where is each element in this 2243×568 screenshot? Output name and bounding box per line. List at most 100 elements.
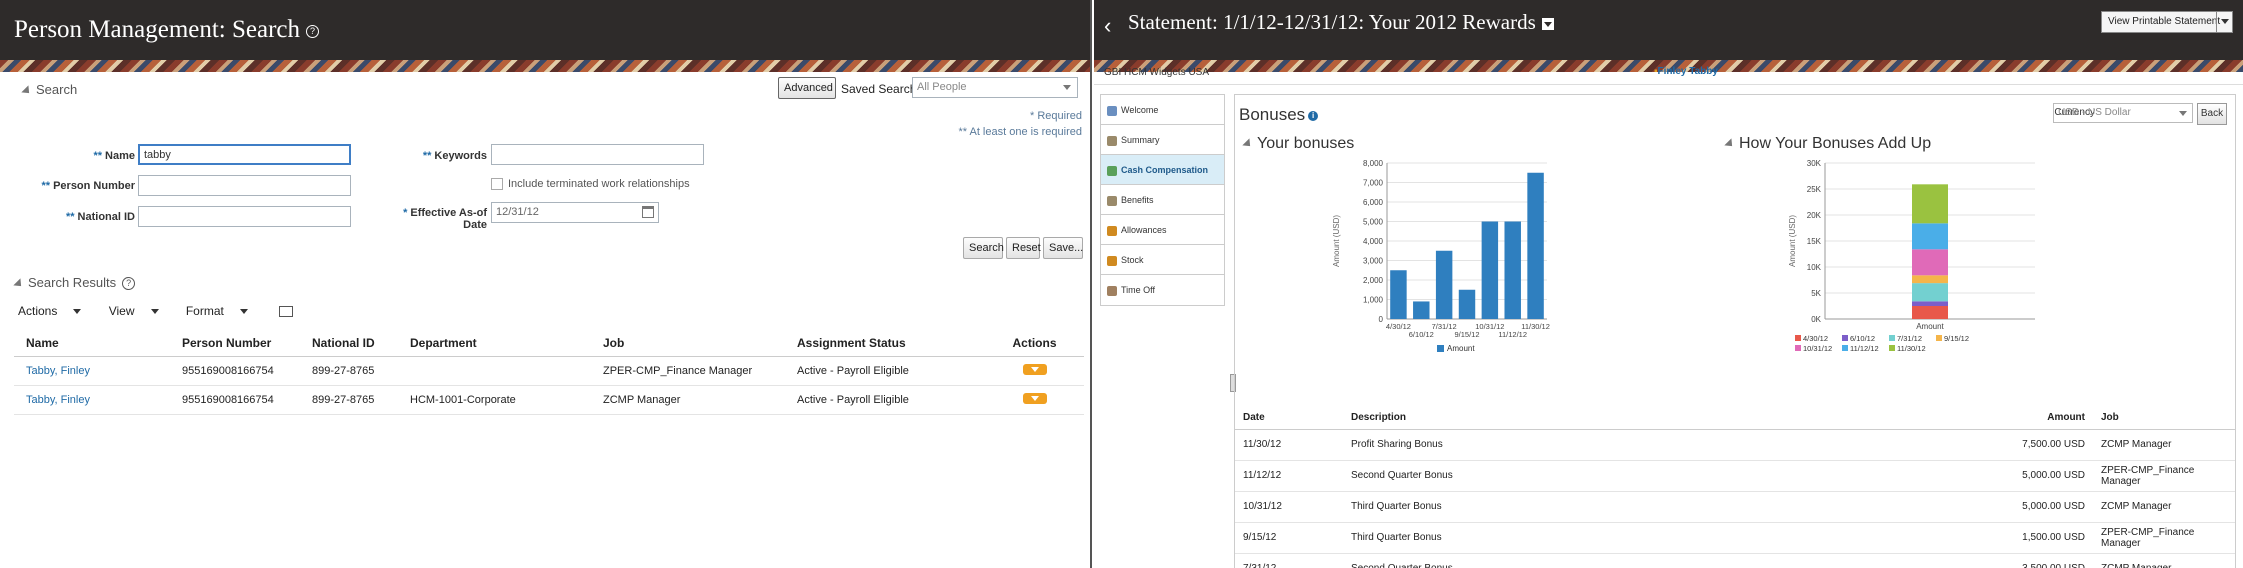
y-tick-label: 5K [1811,289,1821,298]
chevron-down-icon [150,309,159,315]
job-cell: ZPER-CMP_Finance Manager [2093,522,2235,554]
saved-search-select[interactable]: All People [912,77,1078,98]
column-header[interactable]: Amount [1743,407,2093,430]
legend-swatch [1889,335,1895,341]
name-label: ** Name [20,150,135,162]
legend-label: Amount [1447,344,1475,353]
search-button[interactable]: Search [963,237,1004,259]
description-cell: Second Quarter Bonus [1343,460,1743,492]
x-tick-label: 6/10/12 [1409,330,1434,339]
chevron-down-icon [239,309,248,315]
format-menu[interactable]: Format [186,304,260,318]
required-mark: ** [422,150,432,162]
nav-item-cash-compensation[interactable]: Cash Compensation [1101,155,1224,185]
legend-label: 7/31/12 [1897,334,1922,343]
column-header[interactable]: Description [1343,407,1743,430]
how-add-up-header[interactable]: How Your Bonuses Add Up [1724,135,1931,153]
actions-cell [985,356,1084,386]
person-link[interactable]: Tabby, Finley [26,365,90,377]
effective-date-input[interactable]: 12/31/12 [491,202,659,223]
column-header[interactable]: National ID [300,330,398,357]
bar [1435,250,1453,319]
table-row[interactable]: 10/31/12 Third Quarter Bonus 5,000.00 USD Z… [1235,491,2235,523]
nav-item-time-off[interactable]: Time Off [1101,275,1224,305]
effective-date-label-text: Effective As-of Date [410,207,487,231]
nav-item-benefits[interactable]: Benefits [1101,185,1224,215]
nav-item-stock[interactable]: Stock [1101,245,1224,275]
nav-item-summary[interactable]: Summary [1101,125,1224,155]
title-dropdown-icon[interactable] [1541,18,1554,31]
calendar-icon[interactable] [642,206,654,218]
column-header[interactable]: Assignment Status [785,330,985,357]
reset-button[interactable]: Reset [1006,237,1041,259]
column-header[interactable]: Actions [985,330,1084,357]
nav-item-welcome[interactable]: Welcome [1101,95,1224,125]
back-chevron-icon[interactable]: ‹ [1104,13,1111,39]
table-row[interactable]: Tabby, Finley 955169008166754 899-27-876… [14,356,1084,386]
back-button[interactable]: Back [2197,103,2227,125]
required-mark: ** [93,150,103,162]
chevron-down-icon[interactable] [2216,12,2232,32]
stack-segment [1912,301,1948,306]
column-header[interactable]: Job [591,330,785,357]
view-menu[interactable]: View [109,304,171,318]
view-printable-button[interactable]: View Printable Statement [2101,11,2233,33]
person-number-label: ** Person Number [20,180,135,192]
bar [1390,270,1407,319]
collapse-icon[interactable] [1242,138,1254,150]
advanced-button[interactable]: Advanced [778,77,836,99]
table-row[interactable]: Tabby, Finley 955169008166754 899-27-876… [14,385,1084,415]
save-button[interactable]: Save... [1043,237,1083,259]
table-header-row: Name Person Number National ID Departmen… [14,330,1084,357]
help-icon[interactable]: ? [122,277,136,291]
stack-segment [1912,275,1948,284]
national-id-input[interactable] [138,206,351,227]
search-section-header[interactable]: Search [21,82,77,97]
currency-select[interactable]: USD - US Dollar [2053,103,2193,123]
info-icon[interactable]: i [1308,110,1319,121]
actions-menu-label: Actions [18,304,58,318]
legend-label: 4/30/12 [1803,334,1828,343]
nav-item-allowances[interactable]: Allowances [1101,215,1224,245]
collapse-icon[interactable] [1724,138,1736,150]
freeze-icon[interactable] [279,306,294,318]
table-row[interactable]: 11/30/12 Profit Sharing Bonus 7,500.00 USD… [1235,429,2235,461]
actions-menu[interactable]: Actions [18,304,93,318]
bar [1413,301,1430,319]
results-section-header[interactable]: Search Results? [13,275,136,291]
help-icon[interactable]: ? [306,24,320,38]
name-input[interactable] [138,144,351,165]
chevron-down-icon [1063,85,1071,90]
collapse-icon[interactable] [21,84,33,97]
person-number-cell: 955169008166754 [170,356,300,386]
column-header[interactable]: Name [14,330,170,357]
job-cell: ZCMP Manager [2093,491,2235,523]
keywords-input[interactable] [491,144,704,165]
y-tick-label: 25K [1807,185,1822,194]
keywords-label: ** Keywords [380,150,487,162]
table-row[interactable]: 7/31/12Second Quarter Bonus3,500.00 USDZ… [1235,553,2235,568]
legend-swatch [1795,345,1801,351]
collapse-icon[interactable] [13,277,25,290]
column-header[interactable]: Person Number [170,330,300,357]
table-row[interactable]: 9/15/12 Third Quarter Bonus 1,500.00 USD ZP… [1235,522,2235,554]
table-row[interactable]: 11/12/12 Second Quarter Bonus 5,000.00 USD… [1235,460,2235,492]
column-header[interactable]: Date [1235,407,1343,430]
view-menu-label: View [108,304,135,318]
x-tick-label: 7/31/12 [1432,322,1457,331]
required-mark: * [403,207,408,219]
include-terminated-checkbox[interactable] [491,178,503,191]
job-cell: ZPER-CMP_Finance Manager [591,356,785,386]
your-bonuses-header[interactable]: Your bonuses [1242,135,1354,153]
y-tick-label: 0K [1811,315,1821,324]
stack-segment [1912,306,1948,319]
description-cell: Second Quarter Bonus [1343,553,1743,568]
column-header[interactable]: Department [398,330,591,357]
row-actions-button[interactable] [1022,393,1047,404]
column-header[interactable]: Job [2093,407,2235,430]
person-link[interactable]: Tabby, Finley [26,394,90,406]
person-number-input[interactable] [138,175,351,196]
row-actions-button[interactable] [1022,364,1047,375]
national-id-label-text: National ID [77,211,135,223]
bar [1458,289,1476,319]
